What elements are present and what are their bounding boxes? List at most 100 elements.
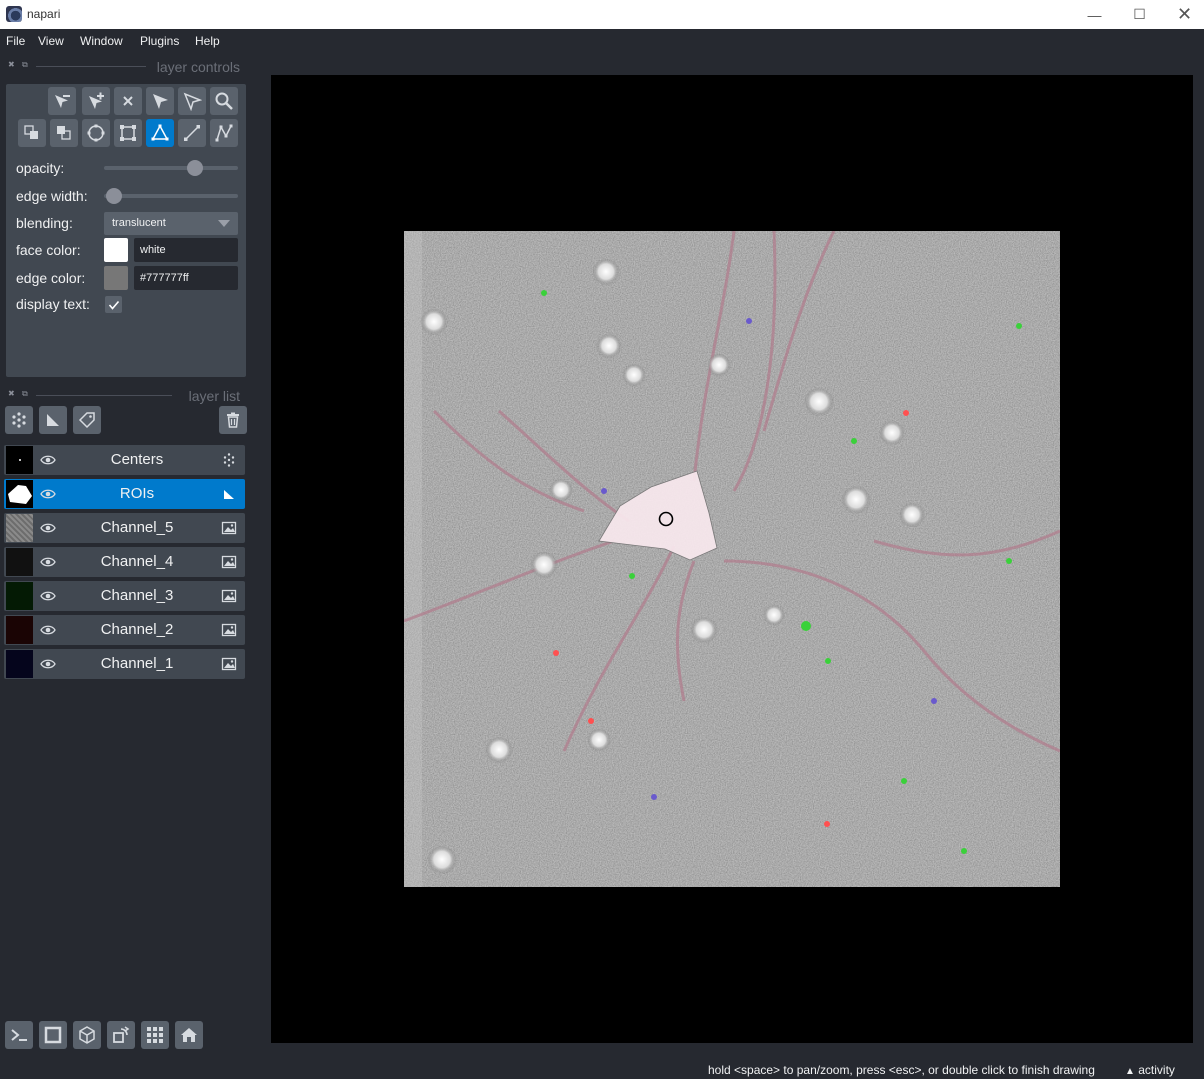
napari-logo-icon <box>6 6 22 22</box>
path-icon <box>215 124 233 142</box>
rectangle-icon <box>120 125 136 141</box>
dock-title-divider <box>36 395 172 396</box>
roll-dims-button[interactable] <box>73 1021 101 1049</box>
edge-width-slider-track[interactable] <box>104 194 238 198</box>
face-color-swatch[interactable] <box>104 238 128 262</box>
layer-list-title: layer list <box>188 388 240 404</box>
add-vertex-icon <box>89 92 104 109</box>
select-shape-button[interactable] <box>146 87 174 115</box>
edge-width-label: edge width: <box>16 188 88 204</box>
dock-close-icon[interactable]: ✖ <box>8 389 15 398</box>
visibility-eye-icon[interactable] <box>40 623 56 637</box>
shapes-type-icon <box>224 490 234 499</box>
direct-select-button[interactable] <box>178 87 206 115</box>
minimize-button[interactable]: — <box>1072 0 1117 29</box>
console-button[interactable] <box>5 1021 33 1049</box>
display-text-checkbox[interactable] <box>105 296 122 313</box>
layer-thumbnail <box>6 514 33 542</box>
layer-row[interactable]: Centers <box>4 445 245 475</box>
opacity-slider-handle[interactable] <box>186 160 203 176</box>
blending-value: translucent <box>112 217 166 229</box>
face-color-input[interactable]: white <box>134 238 238 262</box>
visibility-eye-icon[interactable] <box>40 521 56 535</box>
add-path-button[interactable] <box>210 119 238 147</box>
face-color-value: white <box>140 244 166 256</box>
menu-window[interactable]: Window <box>80 34 123 48</box>
status-message: hold <space> to pan/zoom, press <esc>, o… <box>708 1063 1095 1077</box>
delete-shape-button[interactable] <box>114 87 142 115</box>
layer-row[interactable]: Channel_5 <box>4 513 245 543</box>
points-type-icon <box>223 453 235 467</box>
layer-thumbnail <box>6 446 33 474</box>
add-polygon-button[interactable] <box>146 119 174 147</box>
add-ellipse-button[interactable] <box>82 119 110 147</box>
add-vertex-button[interactable] <box>82 87 110 115</box>
remove-vertex-button[interactable] <box>48 87 76 115</box>
layer-name[interactable]: ROIs <box>62 485 212 502</box>
visibility-eye-icon[interactable] <box>40 657 56 671</box>
delete-layer-button[interactable] <box>219 406 247 434</box>
move-back-button[interactable] <box>18 119 46 147</box>
add-line-button[interactable] <box>178 119 206 147</box>
transpose-button[interactable] <box>107 1021 135 1049</box>
layer-row[interactable]: Channel_3 <box>4 581 245 611</box>
visibility-eye-icon[interactable] <box>40 589 56 603</box>
toggle-ndisplay-button[interactable] <box>39 1021 67 1049</box>
image-type-icon <box>221 589 237 603</box>
visibility-eye-icon[interactable] <box>40 555 56 569</box>
grid-icon <box>147 1027 163 1043</box>
blending-dropdown[interactable]: translucent <box>104 212 238 235</box>
activity-toggle[interactable]: ▲ activity <box>1125 1063 1175 1077</box>
close-button[interactable]: ✕ <box>1162 0 1204 29</box>
layer-name[interactable]: Channel_4 <box>62 553 212 570</box>
menu-view[interactable]: View <box>38 34 64 48</box>
move-front-button[interactable] <box>50 119 78 147</box>
maximize-button[interactable]: ☐ <box>1117 0 1162 29</box>
dock-float-icon[interactable]: ⧉ <box>22 60 28 70</box>
edge-color-label: edge color: <box>16 270 86 286</box>
window-title: napari <box>27 7 61 21</box>
ellipse-icon <box>87 124 105 142</box>
microscopy-image[interactable] <box>404 231 1060 887</box>
layer-row[interactable]: Channel_2 <box>4 615 245 645</box>
edge-color-swatch[interactable] <box>104 266 128 290</box>
layer-row[interactable]: Channel_4 <box>4 547 245 577</box>
grid-view-button[interactable] <box>141 1021 169 1049</box>
edge-width-slider-handle[interactable] <box>106 188 122 204</box>
layer-name[interactable]: Channel_2 <box>62 621 212 638</box>
opacity-slider-track[interactable] <box>104 166 238 170</box>
menu-plugins[interactable]: Plugins <box>140 34 179 48</box>
layer-name[interactable]: Channel_1 <box>62 655 212 672</box>
new-shapes-layer-button[interactable] <box>39 406 67 434</box>
viewer-canvas[interactable] <box>271 75 1193 1043</box>
image-type-icon <box>221 521 237 535</box>
home-icon <box>181 1028 197 1042</box>
new-points-layer-button[interactable] <box>5 406 33 434</box>
home-button[interactable] <box>175 1021 203 1049</box>
visibility-eye-icon[interactable] <box>40 453 56 467</box>
display-text-label: display text: <box>16 296 90 312</box>
layer-row[interactable]: ROIs <box>4 479 245 509</box>
edge-color-input[interactable]: #777777ff <box>134 266 238 290</box>
layer-name[interactable]: Channel_3 <box>62 587 212 604</box>
move-back-icon <box>24 125 38 139</box>
layer-row[interactable]: Channel_1 <box>4 649 245 679</box>
layer-name[interactable]: Centers <box>62 451 212 468</box>
menu-help[interactable]: Help <box>195 34 220 48</box>
menu-file[interactable]: File <box>6 34 25 48</box>
move-front-icon <box>57 126 71 140</box>
line-icon <box>184 125 200 141</box>
title-bar: napari — ☐ ✕ <box>0 0 1204 29</box>
dock-float-icon[interactable]: ⧉ <box>22 389 28 399</box>
visibility-eye-icon[interactable] <box>40 487 56 501</box>
dock-close-icon[interactable]: ✖ <box>8 60 15 69</box>
opacity-label: opacity: <box>16 160 65 176</box>
zoom-button[interactable] <box>210 87 238 115</box>
layer-name[interactable]: Channel_5 <box>62 519 212 536</box>
add-rectangle-button[interactable] <box>114 119 142 147</box>
delete-x-icon <box>123 96 133 106</box>
layer-controls-panel: opacity: edge width: blending: transluce… <box>6 84 246 377</box>
new-labels-layer-button[interactable] <box>73 406 101 434</box>
image-layer-render <box>404 231 1060 887</box>
layer-controls-title: layer controls <box>156 59 240 75</box>
